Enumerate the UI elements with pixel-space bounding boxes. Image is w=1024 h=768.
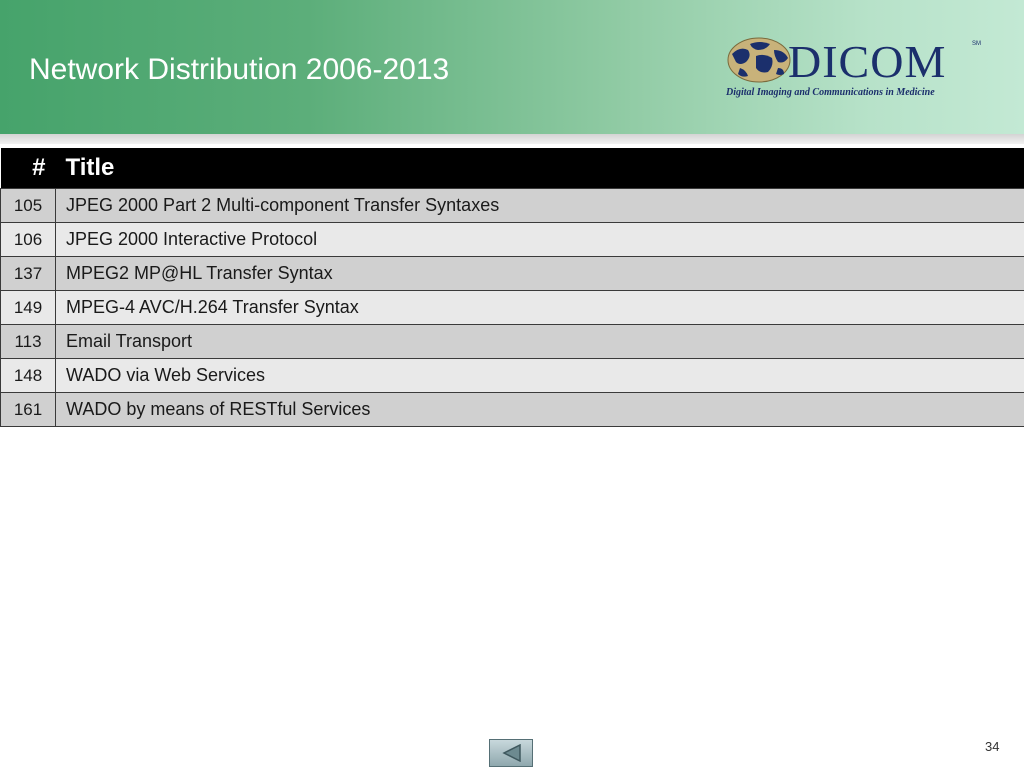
row-title: Email Transport (55, 324, 1024, 359)
row-number: 106 (0, 222, 56, 257)
page-number: 34 (985, 739, 1000, 754)
slide-title: Network Distribution 2006-2013 (29, 53, 450, 86)
table-row: 105 JPEG 2000 Part 2 Multi-component Tra… (0, 188, 1024, 223)
dicom-logo: DICOM SM Digital Imaging and Communicati… (724, 34, 986, 104)
row-number: 137 (0, 256, 56, 291)
triangle-left-icon (502, 744, 521, 762)
logo-wordmark: DICOM (788, 36, 947, 87)
table-row: 148 WADO via Web Services (0, 358, 1024, 393)
row-title: MPEG2 MP@HL Transfer Syntax (55, 256, 1024, 291)
row-title: WADO via Web Services (55, 358, 1024, 393)
table-row: 137 MPEG2 MP@HL Transfer Syntax (0, 256, 1024, 291)
banner-divider (0, 134, 1024, 144)
row-title: JPEG 2000 Part 2 Multi-component Transfe… (55, 188, 1024, 223)
table-row: 161 WADO by means of RESTful Services (0, 392, 1024, 427)
service-mark: SM (972, 41, 981, 47)
supplement-table: # Title 105 JPEG 2000 Part 2 Multi-compo… (0, 148, 1024, 427)
table-row: 149 MPEG-4 AVC/H.264 Transfer Syntax (0, 290, 1024, 325)
table-row: 113 Email Transport (0, 324, 1024, 359)
globe-icon (727, 37, 791, 83)
row-title: MPEG-4 AVC/H.264 Transfer Syntax (55, 290, 1024, 325)
column-header-title: Title (55, 148, 1024, 189)
previous-slide-button[interactable] (489, 739, 533, 767)
row-number: 113 (0, 324, 56, 359)
row-number: 105 (0, 188, 56, 223)
table-header-row: # Title (0, 148, 1024, 189)
row-number: 148 (0, 358, 56, 393)
row-title: WADO by means of RESTful Services (55, 392, 1024, 427)
row-number: 161 (0, 392, 56, 427)
row-title: JPEG 2000 Interactive Protocol (55, 222, 1024, 257)
row-number: 149 (0, 290, 56, 325)
table-row: 106 JPEG 2000 Interactive Protocol (0, 222, 1024, 257)
logo-tagline: Digital Imaging and Communications in Me… (726, 87, 935, 98)
column-header-number: # (0, 148, 56, 189)
